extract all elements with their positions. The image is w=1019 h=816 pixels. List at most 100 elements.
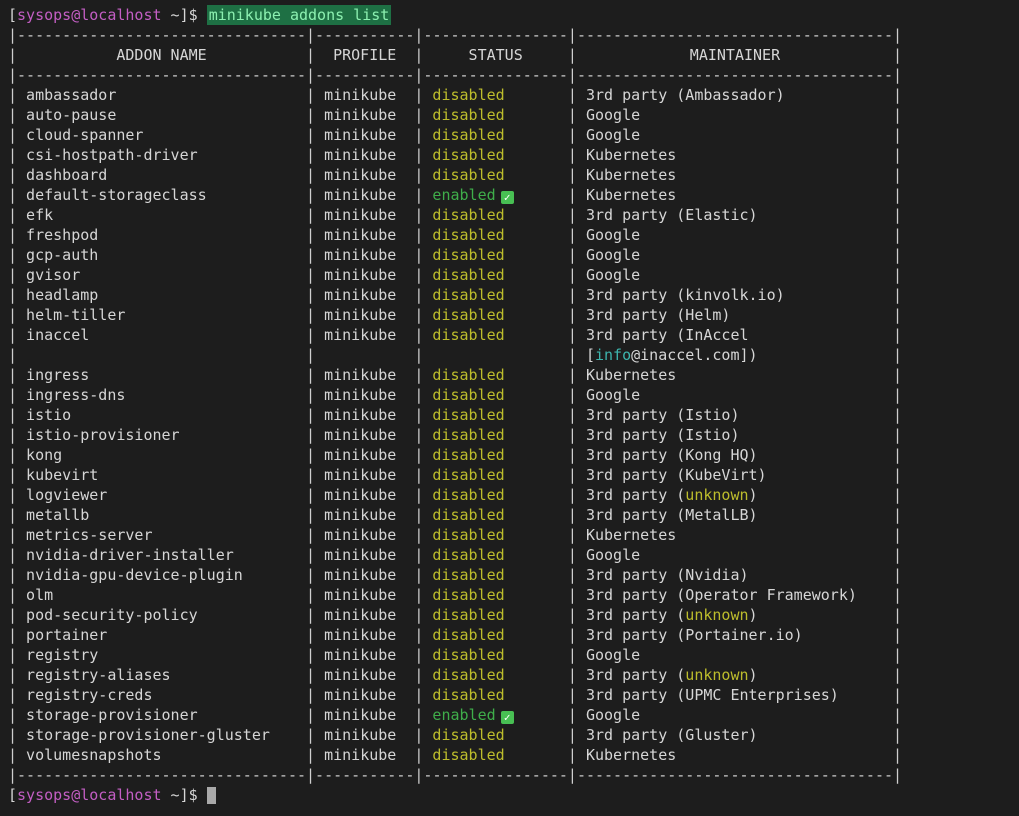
maintainer-cell: Google [577,265,893,285]
profile-cell: minikube [315,105,414,125]
profile-cell: minikube [315,605,414,625]
table-border-pipe: | [568,746,577,764]
table-border-pipe: | [414,486,423,504]
table-border-pipe: | [414,326,423,344]
table-border-pipe: | [893,206,902,224]
status-text: disabled [423,606,504,624]
table-border-pipe: | [8,486,17,504]
column-header: MAINTAINER [577,45,893,65]
maintainer-cell: Google [577,225,893,245]
table-border-pipe: | [306,546,315,564]
maintainer-cell: 3rd party (Ambassador) [577,85,893,105]
maintainer-cell: 3rd party (KubeVirt) [577,465,893,485]
table-border-pipe: | [414,246,423,264]
maintainer-cell: Kubernetes [577,525,893,545]
table-border-pipe: | [568,266,577,284]
addon-name-cell: inaccel [17,325,306,345]
table-border-pipe: | [306,426,315,444]
table-border-pipe: | [893,706,902,724]
prompt-user-host: sysops@localhost [17,786,162,804]
table-border-pipe: | [414,126,423,144]
addon-name-cell: ambassador [17,85,306,105]
addon-name-cell: portainer [17,625,306,645]
table-border-pipe: | [8,506,17,524]
profile-cell: minikube [315,265,414,285]
addon-name-cell: default-storageclass [17,185,306,205]
terminal-cursor[interactable] [207,787,216,804]
table-border-pipe: | [893,486,902,504]
status-text: disabled [423,446,504,464]
status-cell: disabled [423,285,567,305]
status-cell: disabled [423,125,567,145]
table-border-pipe: | [893,86,902,104]
table-border-pipe: | [893,226,902,244]
table-row: | istio| minikube| disabled| 3rd party (… [8,405,1019,425]
table-border-pipe: | [893,586,902,604]
table-border-pipe: | [8,366,17,384]
status-cell: disabled [423,105,567,125]
addon-name-cell: freshpod [17,225,306,245]
status-cell: enabled✓ [423,705,567,725]
status-cell: disabled [423,565,567,585]
status-text: disabled [423,126,504,144]
status-cell: disabled [423,365,567,385]
maintainer-cell: 3rd party (unknown) [577,485,893,505]
status-cell: disabled [423,525,567,545]
table-border-pipe: | [306,606,315,624]
table-border-pipe: | [568,246,577,264]
table-border-pipe: | [893,126,902,144]
table-border-pipe: | [414,526,423,544]
table-border-pipe: | [414,306,423,324]
table-border-pipe: | [414,566,423,584]
table-row: | headlamp| minikube| disabled| 3rd part… [8,285,1019,305]
addon-name-cell: registry-aliases [17,665,306,685]
prompt-suffix: ~]$ [162,6,207,24]
status-cell: disabled [423,445,567,465]
maintainer-highlight: unknown [685,486,748,504]
prompt-line-top: [sysops@localhost ~]$ minikube addons li… [8,5,1019,25]
prompt-bracket: [ [8,786,17,804]
table-row: | cloud-spanner| minikube| disabled| Goo… [8,125,1019,145]
addon-name-cell: registry [17,645,306,665]
table-border-pipe: | [8,186,17,204]
table-border-pipe: | [8,306,17,324]
status-text: disabled [423,266,504,284]
status-cell: disabled [423,405,567,425]
table-border-pipe: | [893,326,902,344]
table-border-pipe: | [568,306,577,324]
table-border-pipe: | [414,606,423,624]
table-border-pipe: | [568,406,577,424]
table-border-pipe: | [414,646,423,664]
table-border-pipe: | [893,266,902,284]
table-row: | metrics-server| minikube| disabled| Ku… [8,525,1019,545]
status-text: enabled [423,186,495,204]
status-text: disabled [423,366,504,384]
table-border-pipe: | [568,206,577,224]
table-border-pipe: | [8,686,17,704]
table-border-pipe: | [306,386,315,404]
status-text: disabled [423,206,504,224]
status-text: disabled [423,86,504,104]
prompt-user-host: sysops@localhost [17,6,162,24]
terminal[interactable]: [sysops@localhost ~]$ minikube addons li… [0,0,1019,805]
table-border-pipe: | [893,366,902,384]
table-border-pipe: | [568,46,577,64]
table-border-pipe: | [8,206,17,224]
status-text: disabled [423,566,504,584]
prompt-line-bottom: [sysops@localhost ~]$ [8,785,1019,805]
maintainer-cell: Kubernetes [577,365,893,385]
profile-cell: minikube [315,185,414,205]
maintainer-cell: Google [577,245,893,265]
table-border-pipe: | [306,286,315,304]
table-border-pipe: | [8,386,17,404]
table-border-pipe: | [8,226,17,244]
table-border-pipe: | [414,446,423,464]
maintainer-cell: 3rd party (Portainer.io) [577,625,893,645]
maintainer-cell: 3rd party (Istio) [577,425,893,445]
profile-cell: minikube [315,525,414,545]
table-border-pipe: | [8,146,17,164]
status-cell: disabled [423,205,567,225]
table-border-pipe: | [568,626,577,644]
table-border-pipe: | [893,686,902,704]
table-border-pipe: | [306,446,315,464]
